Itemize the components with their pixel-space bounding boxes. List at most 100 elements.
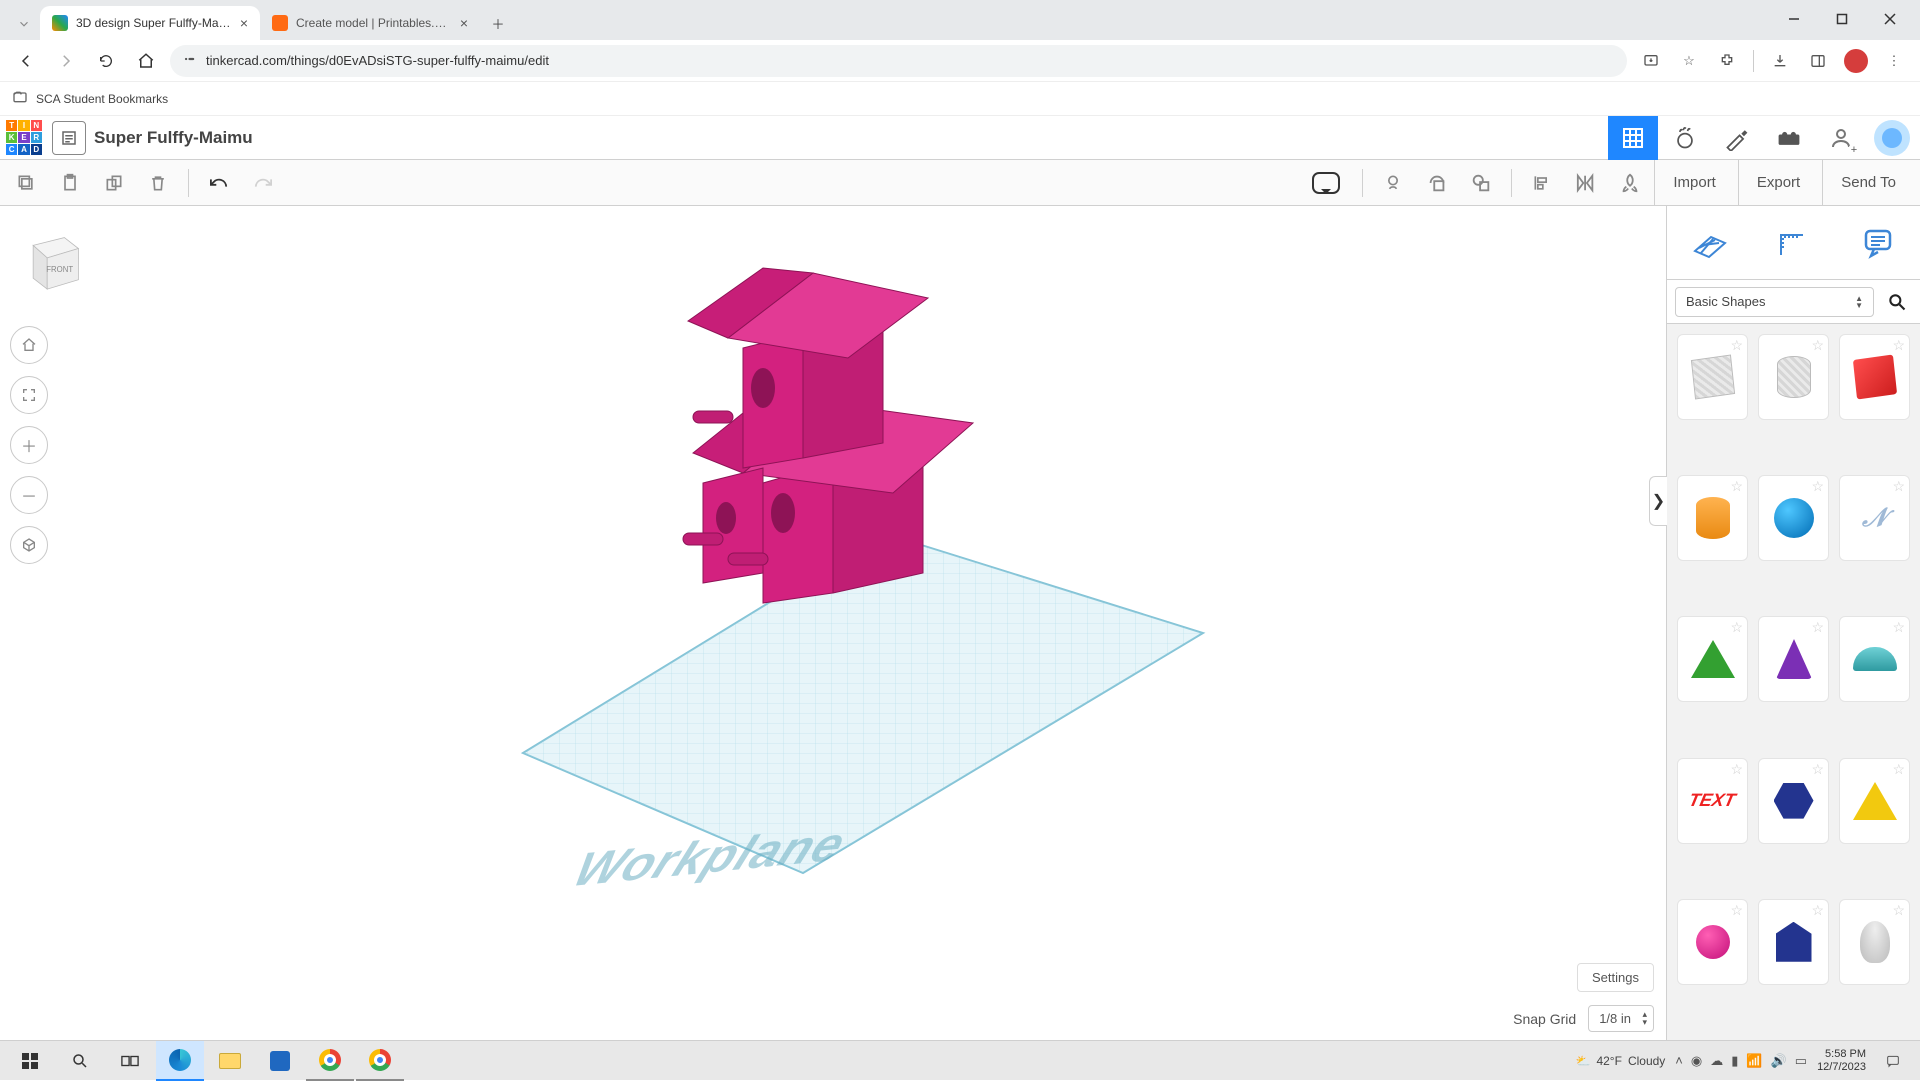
tab-close-icon[interactable]: × xyxy=(460,15,468,31)
project-title[interactable]: Super Fulffy-Maimu xyxy=(94,128,253,148)
address-bar[interactable]: tinkercad.com/things/d0EvADsiSTG-super-f… xyxy=(170,45,1627,77)
weather-widget[interactable]: ⛅ 42°F Cloudy xyxy=(1576,1054,1666,1068)
window-close-button[interactable] xyxy=(1868,4,1912,34)
system-tray[interactable]: ˄ ◉ ☁ ▮ 📶 🔊 ▭ xyxy=(1675,1053,1807,1069)
design-list-icon[interactable] xyxy=(52,121,86,155)
favorite-icon[interactable]: ☆ xyxy=(1811,619,1824,636)
tray-chrome-icon[interactable]: ◉ xyxy=(1691,1053,1702,1069)
favorite-icon[interactable]: ☆ xyxy=(1730,619,1743,636)
nav-forward-button[interactable] xyxy=(50,45,82,77)
window-minimize-button[interactable] xyxy=(1772,4,1816,34)
shape-cylinder-hole[interactable]: ☆ xyxy=(1758,334,1829,420)
workplane-tool-icon[interactable] xyxy=(1681,219,1737,267)
extensions-icon[interactable] xyxy=(1711,45,1743,77)
taskbar-app-chrome-1[interactable] xyxy=(306,1041,354,1081)
favorite-icon[interactable]: ☆ xyxy=(1730,902,1743,919)
redo-button[interactable] xyxy=(243,165,283,201)
favorite-icon[interactable]: ☆ xyxy=(1730,478,1743,495)
shape-sphere[interactable]: ☆ xyxy=(1758,475,1829,561)
shapes-category-select[interactable]: Basic Shapes ▲▼ xyxy=(1675,287,1874,317)
favorite-icon[interactable]: ☆ xyxy=(1811,478,1824,495)
shape-roof[interactable]: ☆ xyxy=(1677,616,1748,702)
mode-simlab-button[interactable] xyxy=(1660,116,1710,160)
profile-avatar[interactable] xyxy=(1840,45,1872,77)
mode-blocks-button[interactable] xyxy=(1712,116,1762,160)
tray-onedrive-icon[interactable]: ☁ xyxy=(1710,1053,1723,1069)
shapes-search-button[interactable] xyxy=(1882,287,1912,317)
cruise-button[interactable] xyxy=(1610,165,1650,201)
shape-half-sphere[interactable]: ☆ xyxy=(1839,616,1910,702)
model-birdhouse[interactable] xyxy=(673,243,1003,623)
export-button[interactable]: Export xyxy=(1738,160,1818,206)
taskbar-app-store[interactable] xyxy=(256,1041,304,1081)
start-button[interactable] xyxy=(6,1041,54,1081)
group-button[interactable] xyxy=(1417,165,1457,201)
user-avatar[interactable] xyxy=(1874,120,1910,156)
shape-scribble[interactable]: ☆𝒩 xyxy=(1839,475,1910,561)
favorite-icon[interactable]: ☆ xyxy=(1811,761,1824,778)
show-all-button[interactable] xyxy=(1373,165,1413,201)
notes-toggle-button[interactable] xyxy=(1306,165,1346,201)
tab-close-icon[interactable]: × xyxy=(240,15,248,31)
tray-battery-icon[interactable]: ▮ xyxy=(1731,1053,1738,1069)
ungroup-button[interactable] xyxy=(1461,165,1501,201)
install-app-icon[interactable] xyxy=(1635,45,1667,77)
nav-reload-button[interactable] xyxy=(90,45,122,77)
tray-volume-icon[interactable]: 🔊 xyxy=(1771,1053,1787,1069)
chrome-menu-icon[interactable]: ⋮ xyxy=(1878,45,1910,77)
new-tab-button[interactable]: ＋ xyxy=(484,9,512,37)
favorite-icon[interactable]: ☆ xyxy=(1811,337,1824,354)
grid-settings-button[interactable]: Settings xyxy=(1577,963,1654,992)
taskbar-app-edge[interactable] xyxy=(156,1041,204,1081)
copy-button[interactable] xyxy=(6,165,46,201)
tray-input-icon[interactable]: ▭ xyxy=(1795,1053,1807,1069)
browser-tab-inactive[interactable]: Create model | Printables.com × xyxy=(260,6,480,40)
favorite-icon[interactable]: ☆ xyxy=(1811,902,1824,919)
mirror-button[interactable] xyxy=(1566,165,1606,201)
canvas-viewport[interactable]: FRONT ＋ － xyxy=(0,206,1666,1040)
shape-box-hole[interactable]: ☆ xyxy=(1677,334,1748,420)
shape-polygon[interactable]: ☆ xyxy=(1758,899,1829,985)
shape-round-roof[interactable]: ☆ xyxy=(1677,899,1748,985)
favorite-icon[interactable]: ☆ xyxy=(1730,761,1743,778)
panel-collapse-button[interactable]: ❯ xyxy=(1649,476,1667,526)
tray-wifi-icon[interactable]: 📶 xyxy=(1746,1053,1762,1069)
shape-wedge[interactable]: ☆ xyxy=(1758,758,1829,844)
favorite-icon[interactable]: ☆ xyxy=(1892,619,1905,636)
sidepanel-icon[interactable] xyxy=(1802,45,1834,77)
bookmark-star-icon[interactable]: ☆ xyxy=(1673,45,1705,77)
nav-home-button[interactable] xyxy=(130,45,162,77)
nav-back-button[interactable] xyxy=(10,45,42,77)
favorite-icon[interactable]: ☆ xyxy=(1892,478,1905,495)
favorite-icon[interactable]: ☆ xyxy=(1730,337,1743,354)
shape-cylinder[interactable]: ☆ xyxy=(1677,475,1748,561)
shape-paraboloid[interactable]: ☆ xyxy=(1839,899,1910,985)
browser-tab-active[interactable]: 3D design Super Fulffy-Maimu | × xyxy=(40,6,260,40)
tab-search-button[interactable] xyxy=(8,8,40,40)
taskbar-clock[interactable]: 5:58 PM 12/7/2023 xyxy=(1817,1048,1866,1074)
bookmark-link[interactable]: SCA Student Bookmarks xyxy=(36,92,168,106)
site-info-icon[interactable] xyxy=(182,52,196,69)
task-view-button[interactable] xyxy=(106,1041,154,1081)
shape-pyramid[interactable]: ☆ xyxy=(1839,758,1910,844)
paste-button[interactable] xyxy=(50,165,90,201)
window-maximize-button[interactable] xyxy=(1820,4,1864,34)
notes-tool-icon[interactable] xyxy=(1850,219,1906,267)
workplane[interactable]: Workplane xyxy=(463,493,1223,893)
import-button[interactable]: Import xyxy=(1654,160,1734,206)
taskbar-app-explorer[interactable] xyxy=(206,1041,254,1081)
shape-cone[interactable]: ☆ xyxy=(1758,616,1829,702)
undo-button[interactable] xyxy=(199,165,239,201)
shape-text[interactable]: ☆TEXT xyxy=(1677,758,1748,844)
tinkercad-logo-icon[interactable]: TIN KER CAD xyxy=(4,118,44,158)
search-button[interactable] xyxy=(56,1041,104,1081)
ruler-tool-icon[interactable] xyxy=(1765,219,1821,267)
mode-bricks-button[interactable] xyxy=(1764,116,1814,160)
favorite-icon[interactable]: ☆ xyxy=(1892,761,1905,778)
delete-button[interactable] xyxy=(138,165,178,201)
mode-3d-design-button[interactable] xyxy=(1608,116,1658,160)
duplicate-button[interactable] xyxy=(94,165,134,201)
taskbar-app-chrome-2[interactable] xyxy=(356,1041,404,1081)
align-button[interactable] xyxy=(1522,165,1562,201)
downloads-icon[interactable] xyxy=(1764,45,1796,77)
